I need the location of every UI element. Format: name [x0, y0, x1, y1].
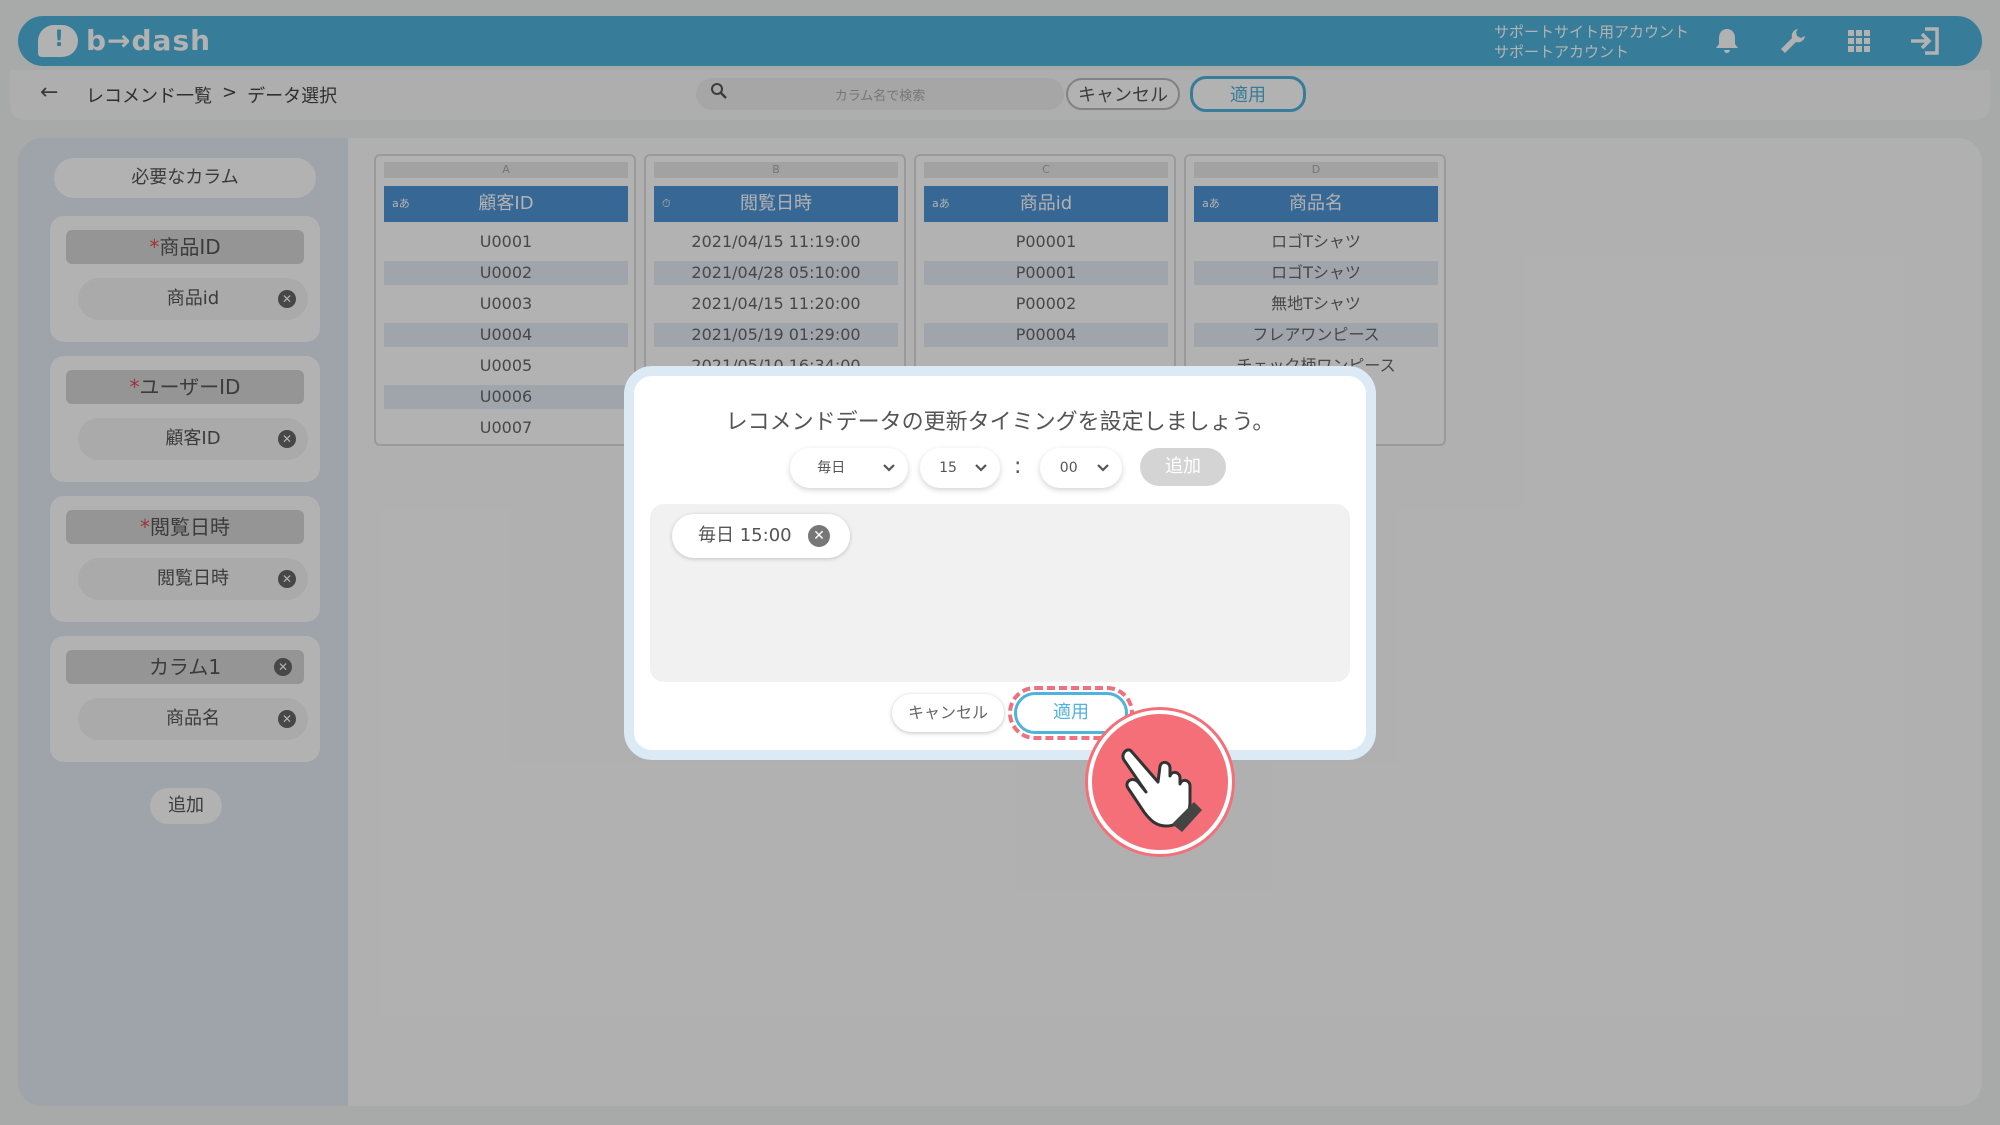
hour-value: 15: [939, 460, 957, 476]
dialog-cancel-button[interactable]: キャンセル: [892, 694, 1004, 732]
hour-select[interactable]: 15: [920, 448, 1000, 488]
remove-schedule-icon[interactable]: ✕: [808, 525, 830, 547]
schedule-list: 毎日 15:00 ✕: [650, 504, 1350, 682]
click-pointer-icon: [1088, 710, 1232, 854]
frequency-value: 毎日: [817, 460, 846, 476]
dialog-title: レコメンドデータの更新タイミングを設定しましょう。: [725, 410, 1275, 435]
chevron-down-icon: [974, 448, 988, 504]
update-timing-dialog: レコメンドデータの更新タイミングを設定しましょう。 毎日 15 : 00 追加 …: [624, 366, 1376, 760]
minute-value: 00: [1059, 460, 1078, 476]
chevron-down-icon: [882, 448, 896, 504]
time-separator: :: [1014, 454, 1022, 479]
minute-select[interactable]: 00: [1040, 448, 1122, 488]
chevron-down-icon: [1096, 448, 1110, 504]
schedule-chip: 毎日 15:00 ✕: [672, 514, 850, 558]
schedule-chip-label: 毎日 15:00: [698, 525, 792, 546]
add-schedule-button[interactable]: 追加: [1140, 448, 1226, 486]
frequency-select[interactable]: 毎日: [790, 448, 908, 488]
